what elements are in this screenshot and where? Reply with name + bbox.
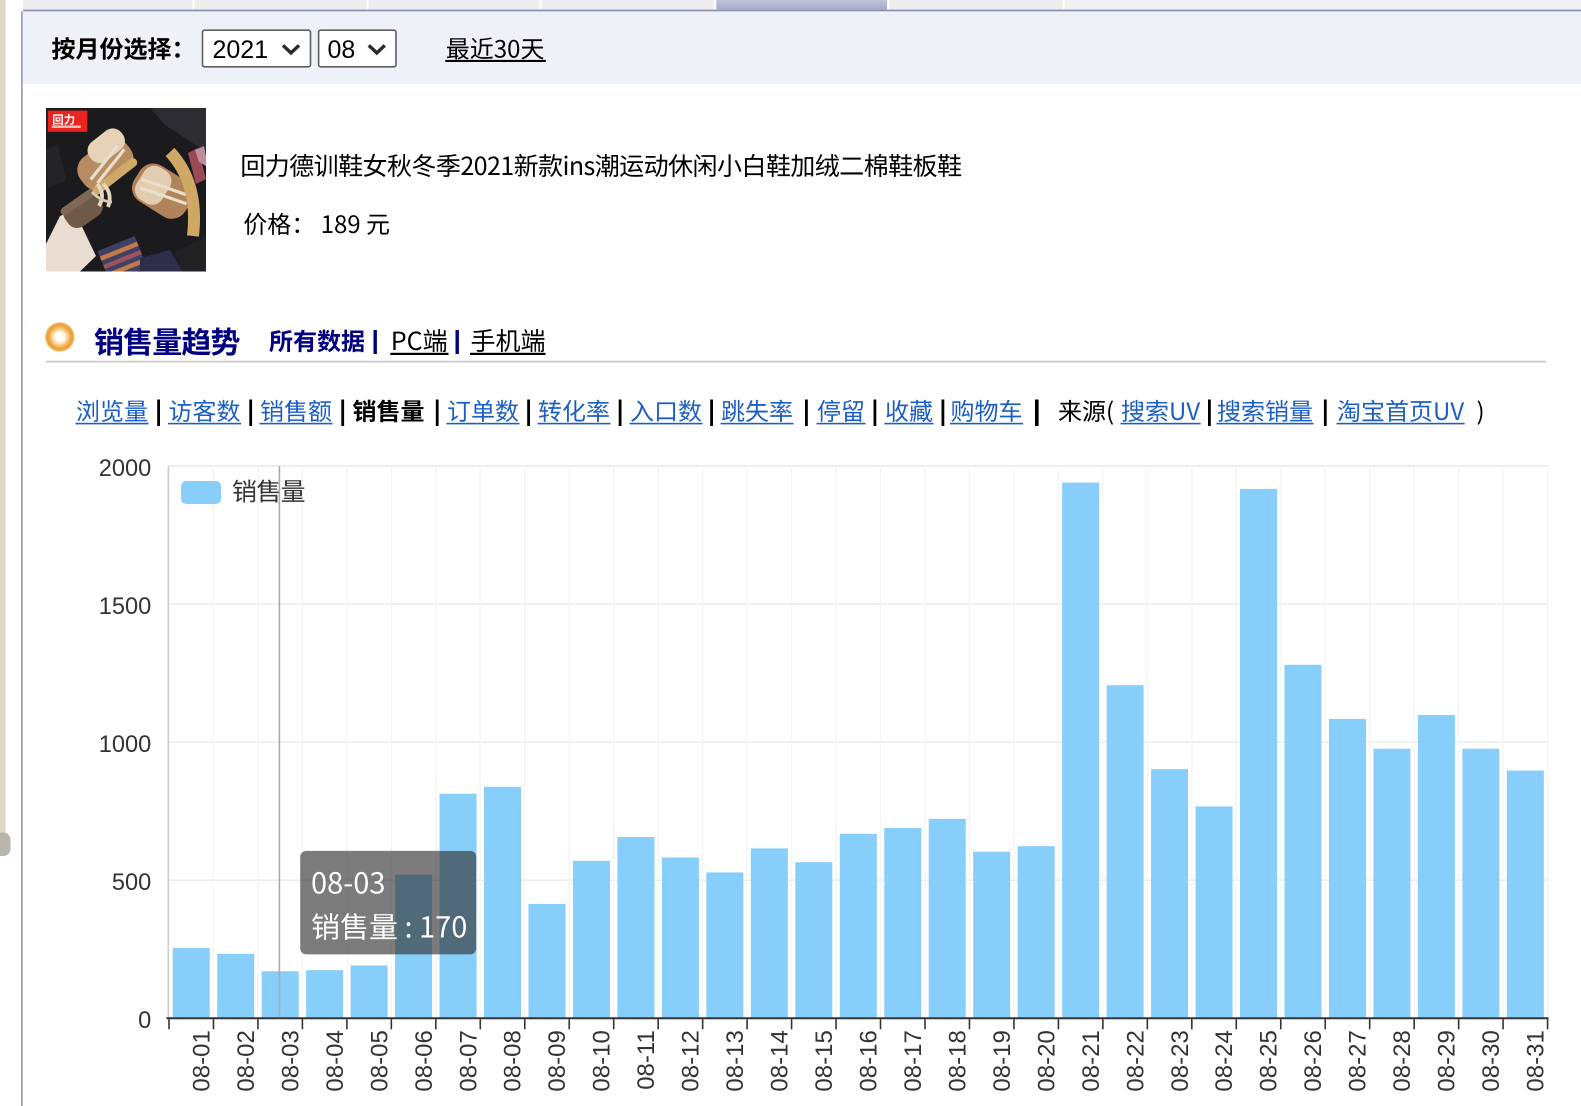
svg-text:1000: 1000: [99, 732, 152, 758]
svg-text:08-07: 08-07: [455, 1030, 482, 1091]
svg-text:08-26: 08-26: [1300, 1030, 1327, 1091]
svg-text:08-24: 08-24: [1211, 1030, 1238, 1091]
svg-text:08-04: 08-04: [322, 1030, 349, 1091]
svg-text:08-11: 08-11: [633, 1030, 660, 1090]
svg-text:08-21: 08-21: [1078, 1030, 1105, 1091]
svg-text:08-14: 08-14: [767, 1030, 794, 1091]
svg-text:08-23: 08-23: [1167, 1030, 1194, 1091]
svg-text:2000: 2000: [99, 456, 152, 482]
svg-text:08-10: 08-10: [589, 1030, 616, 1091]
svg-text:08-28: 08-28: [1389, 1030, 1416, 1091]
svg-text:08-18: 08-18: [944, 1030, 971, 1091]
svg-text:08-20: 08-20: [1033, 1030, 1060, 1091]
svg-text:08-12: 08-12: [678, 1030, 705, 1091]
svg-text:0: 0: [138, 1008, 151, 1034]
svg-text:08-13: 08-13: [722, 1030, 749, 1091]
svg-text:08: 08: [328, 36, 356, 64]
svg-text:08-05: 08-05: [366, 1030, 393, 1091]
svg-text:08-02: 08-02: [233, 1030, 260, 1091]
svg-text:08-03: 08-03: [277, 1030, 304, 1091]
svg-text:08-25: 08-25: [1256, 1030, 1283, 1091]
svg-text:08-22: 08-22: [1122, 1030, 1149, 1091]
svg-text:08-17: 08-17: [900, 1030, 927, 1091]
svg-text:08-01: 08-01: [188, 1030, 215, 1091]
svg-text:08-06: 08-06: [411, 1030, 438, 1091]
svg-text:08-27: 08-27: [1345, 1030, 1372, 1091]
svg-text:2021: 2021: [213, 36, 269, 64]
svg-text:08-15: 08-15: [811, 1030, 838, 1091]
svg-text:08-08: 08-08: [500, 1030, 527, 1091]
svg-text:08-16: 08-16: [856, 1030, 883, 1091]
svg-text:1500: 1500: [99, 594, 152, 620]
svg-text:08-30: 08-30: [1478, 1030, 1505, 1091]
svg-text:08-29: 08-29: [1434, 1030, 1461, 1091]
svg-text:08-31: 08-31: [1523, 1030, 1550, 1091]
svg-text:500: 500: [112, 870, 151, 896]
svg-text:08-19: 08-19: [989, 1030, 1016, 1091]
svg-text:08-09: 08-09: [544, 1030, 571, 1091]
